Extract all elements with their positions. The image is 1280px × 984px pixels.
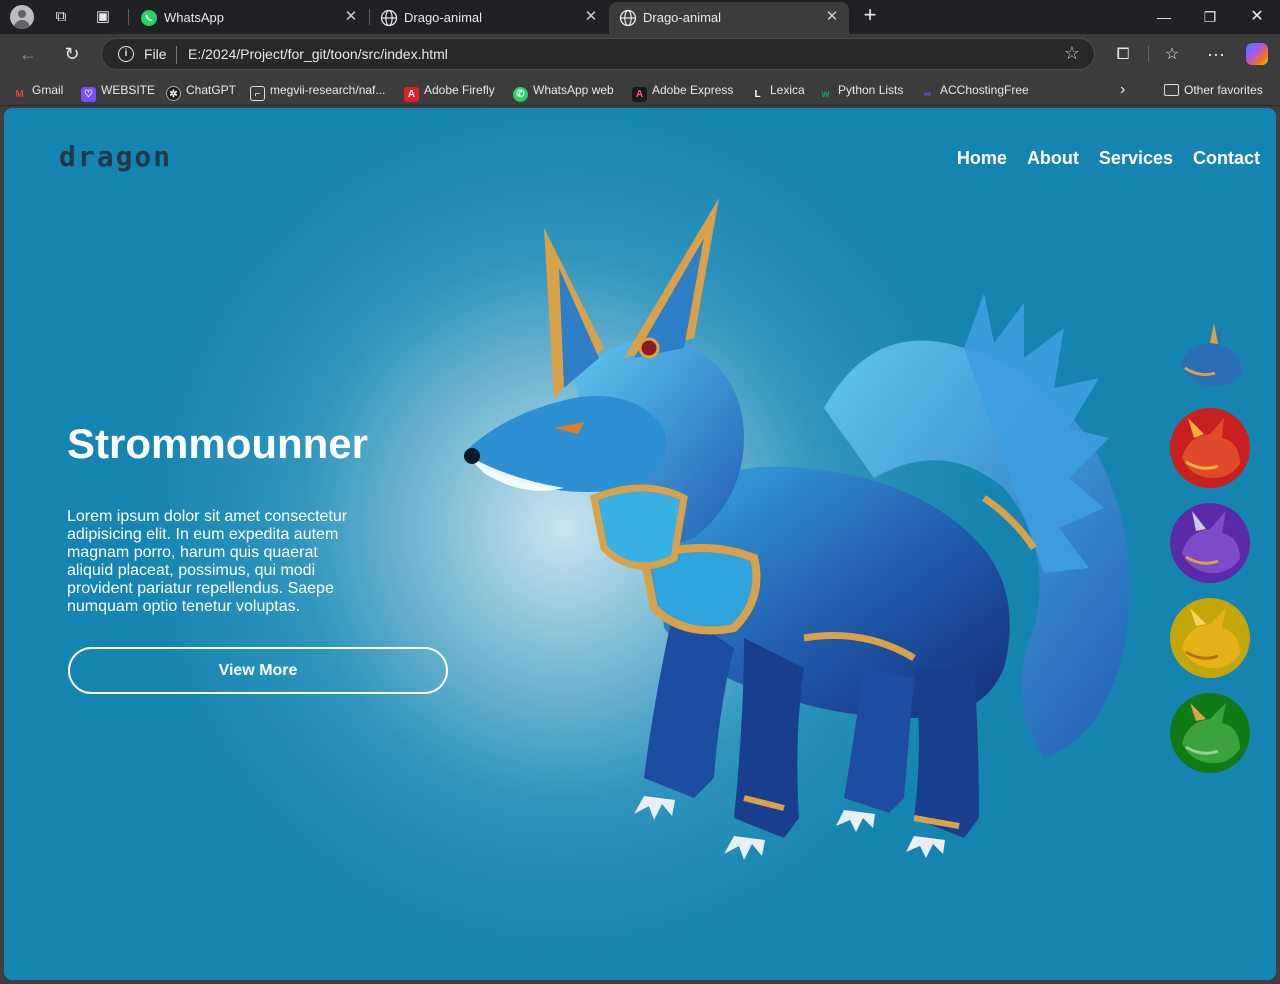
close-tab-icon[interactable]: ✕ [342,8,360,26]
favorite-star-icon[interactable]: ☆ [1064,43,1080,64]
tab-label: Drago-animal [404,10,483,25]
bookmark-lexica[interactable]: L Lexica [750,82,804,100]
hero-description: Lorem ipsum dolor sit amet consectetur a… [67,508,348,615]
view-more-button[interactable]: View More [68,647,448,694]
acc-icon: ∞ [923,89,932,100]
adobe-firefly-icon: A [404,87,419,102]
bookmark-other-favorites[interactable]: Other favorites [1164,82,1263,100]
bookmark-whatsapp-web[interactable]: ✆ WhatsApp web [513,82,614,102]
bookmark-gmail[interactable]: M Gmail [12,82,63,100]
close-tab-icon[interactable]: ✕ [823,8,841,26]
w3schools-icon: w [821,89,830,100]
url-text[interactable]: E:/2024/Project/for_git/toon/src/index.h… [188,46,448,62]
bookmark-chatgpt[interactable]: ✲ ChatGPT [166,82,236,101]
copilot-icon[interactable] [1246,43,1268,65]
address-bar[interactable]: i File E:/2024/Project/for_git/toon/src/… [101,38,1095,70]
bookmarks-overflow-chevron-icon[interactable]: › [1120,82,1125,100]
adobe-express-icon: A [632,87,647,102]
whatsapp-icon [141,10,157,26]
thumbnail-blue-dragon[interactable] [1170,318,1250,398]
whatsapp-icon: ✆ [513,87,528,102]
globe-icon [380,9,398,27]
bookmark-acchostingfree[interactable]: ∞ ACChostingFree [920,82,1029,100]
info-icon[interactable]: i [118,46,134,62]
url-scheme: File [144,46,167,62]
workspaces-icon[interactable]: ⧉ [50,7,72,27]
github-icon: ⌐ [250,86,265,101]
bookmark-megvii[interactable]: ⌐ megvii-research/naf... [250,82,385,101]
back-icon[interactable]: ← [15,42,41,68]
reload-icon[interactable]: ↻ [59,42,85,68]
tab-drago-animal-1[interactable]: Drago-animal ✕ [370,2,608,34]
tab-label: WhatsApp [164,10,224,25]
tab-actions-icon[interactable]: ▣ [92,7,114,27]
dragon-illustration [464,198,1130,860]
favorites-icon[interactable]: ☆ [1159,42,1185,68]
website-icon: ♡ [81,87,96,102]
tab-whatsapp[interactable]: WhatsApp ✕ [130,2,368,34]
bookmark-website[interactable]: ♡ WEBSITE [81,82,155,102]
minimize-icon[interactable]: — [1150,6,1178,28]
bookmark-adobe-firefly[interactable]: A Adobe Firefly [404,82,495,102]
chatgpt-icon: ✲ [166,86,181,101]
close-window-icon[interactable]: ✕ [1243,6,1271,28]
main-nav: Home About Services Contact [957,148,1260,169]
nav-services[interactable]: Services [1099,148,1173,169]
nav-about[interactable]: About [1027,148,1079,169]
globe-icon [619,9,637,27]
thumbnail-yellow-dragon[interactable] [1170,598,1250,678]
tab-drago-animal-active[interactable]: Drago-animal ✕ [609,2,849,34]
more-menu-icon[interactable]: ⋯ [1203,42,1229,68]
site-logo[interactable]: dragon [59,140,172,173]
thumbnail-red-dragon[interactable] [1170,408,1250,488]
bookmark-python-lists[interactable]: w Python Lists [818,82,904,100]
nav-contact[interactable]: Contact [1193,148,1260,169]
bookmarks-bar: M Gmail ♡ WEBSITE ✲ ChatGPT ⌐ megvii-researc… [0,74,1280,106]
tab-label: Drago-animal [643,10,722,25]
restore-icon[interactable]: ❐ [1196,6,1224,28]
tab-bar: ⧉ ▣ WhatsApp ✕ Drago-animal ✕ Drago-anim… [0,0,1280,34]
gmail-icon: M [15,89,24,100]
folder-icon [1164,84,1179,96]
new-tab-icon[interactable]: + [859,4,881,26]
lexica-icon: L [754,89,761,100]
nav-home[interactable]: Home [957,148,1007,169]
thumbnail-green-dragon[interactable] [1170,693,1250,773]
bookmark-adobe-express[interactable]: A Adobe Express [632,82,733,102]
address-bar-row: ← ↻ i File E:/2024/Project/for_git/toon/… [0,34,1280,74]
hero-title: Strommounner [67,420,369,467]
profile-avatar[interactable] [10,5,34,29]
thumbnail-purple-dragon[interactable] [1170,503,1250,583]
extensions-icon[interactable]: ⧠ [1110,42,1136,68]
page-viewport: dragon Home About Services Contact Strom… [4,108,1276,980]
close-tab-icon[interactable]: ✕ [582,8,600,26]
